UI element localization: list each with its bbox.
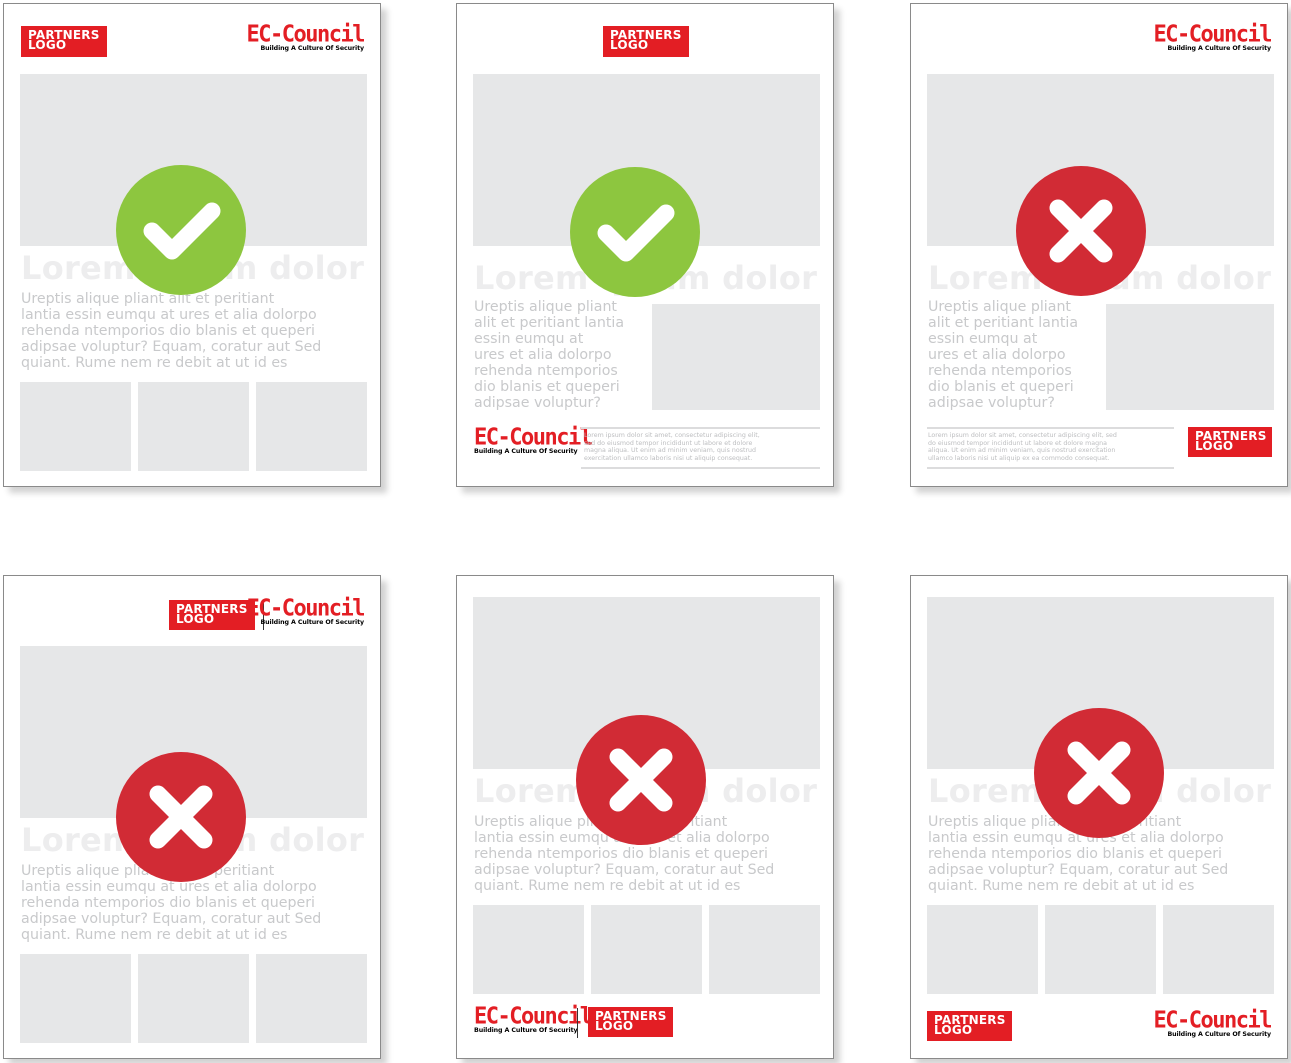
layout-example-3: EC-Council Building A Culture Of Securit… [910, 3, 1288, 487]
side-image-placeholder [652, 304, 820, 410]
ec-council-logo: EC-Council Building A Culture Of Securit… [474, 1003, 593, 1035]
body-text: Ureptis alique pliant alit et peritiant … [21, 291, 322, 371]
ec-council-wordmark: EC-Council [474, 424, 593, 451]
layout-example-4: PARTNERS LOGO EC-Council Building A Cult… [3, 575, 381, 1059]
thumbnail-placeholder [20, 954, 131, 1043]
ec-council-logo: EC-Council Building A Culture Of Securit… [246, 21, 366, 53]
body-text: Ureptis alique pliant alit et peritiant … [928, 299, 1079, 411]
incorrect-badge [116, 752, 246, 882]
thumbnail-placeholder [1045, 905, 1156, 994]
thumbnail-placeholder [927, 905, 1038, 994]
thumbnail-placeholder [138, 382, 249, 471]
divider-rule [581, 467, 820, 469]
ec-council-wordmark: EC-Council [246, 21, 366, 48]
divider-rule [927, 467, 1174, 469]
thumbnail-placeholder [138, 954, 249, 1043]
partners-logo: PARTNERS LOGO [588, 1007, 673, 1037]
ec-council-logo: EC-Council Building A Culture Of Securit… [1153, 21, 1273, 53]
incorrect-badge [576, 715, 706, 845]
thumbnail-placeholder [473, 905, 584, 994]
thumbnail-placeholder [1163, 905, 1274, 994]
cross-icon [1049, 199, 1113, 263]
logo-divider [577, 1008, 578, 1038]
thumbnail-placeholder [591, 905, 702, 994]
partners-logo: PARTNERS LOGO [603, 26, 689, 57]
thumbnail-placeholder [20, 382, 131, 471]
incorrect-badge [1016, 166, 1146, 296]
divider-rule [927, 427, 1174, 429]
ec-council-wordmark: EC-Council [1153, 21, 1273, 48]
ec-council-logo: EC-Council Building A Culture Of Securit… [474, 424, 593, 456]
fine-print: Lorem ipsum dolor sit amet, consectetur … [584, 432, 760, 462]
check-icon [143, 202, 221, 260]
side-image-placeholder [1106, 304, 1274, 410]
partners-logo: PARTNERS LOGO [169, 600, 255, 630]
layout-example-5: Lorem ipsum dolor Ureptis alique pliant … [456, 575, 834, 1059]
thumbnail-placeholder [256, 954, 367, 1043]
partners-logo: PARTNERS LOGO [21, 26, 107, 57]
correct-badge [570, 167, 700, 297]
ec-council-wordmark: EC-Council [1153, 1007, 1273, 1034]
check-icon [597, 204, 675, 262]
partners-logo: PARTNERS LOGO [927, 1011, 1012, 1041]
cross-icon [149, 785, 213, 849]
thumbnail-placeholder [709, 905, 820, 994]
cross-icon [609, 748, 673, 812]
correct-badge [116, 165, 246, 295]
divider-rule [581, 427, 820, 429]
ec-council-wordmark: EC-Council [246, 595, 366, 622]
ec-council-wordmark: EC-Council [474, 1003, 593, 1030]
body-text: Ureptis alique pliant alit et peritiant … [474, 299, 625, 411]
layout-example-6: Lorem ipsum dolor Ureptis alique pliant … [910, 575, 1288, 1059]
partners-logo: PARTNERS LOGO [1188, 427, 1272, 457]
ec-council-logo: EC-Council Building A Culture Of Securit… [246, 595, 366, 627]
ec-council-logo: EC-Council Building A Culture Of Securit… [1153, 1007, 1273, 1039]
thumbnail-placeholder [256, 382, 367, 471]
layout-example-2: PARTNERS LOGO Lorem ipsum dolor Ureptis … [456, 3, 834, 487]
layout-example-1: PARTNERS LOGO EC-Council Building A Cult… [3, 3, 381, 487]
fine-print: Lorem ipsum dolor sit amet, consectetur … [928, 432, 1117, 462]
incorrect-badge [1034, 708, 1164, 838]
cross-icon [1067, 741, 1131, 805]
